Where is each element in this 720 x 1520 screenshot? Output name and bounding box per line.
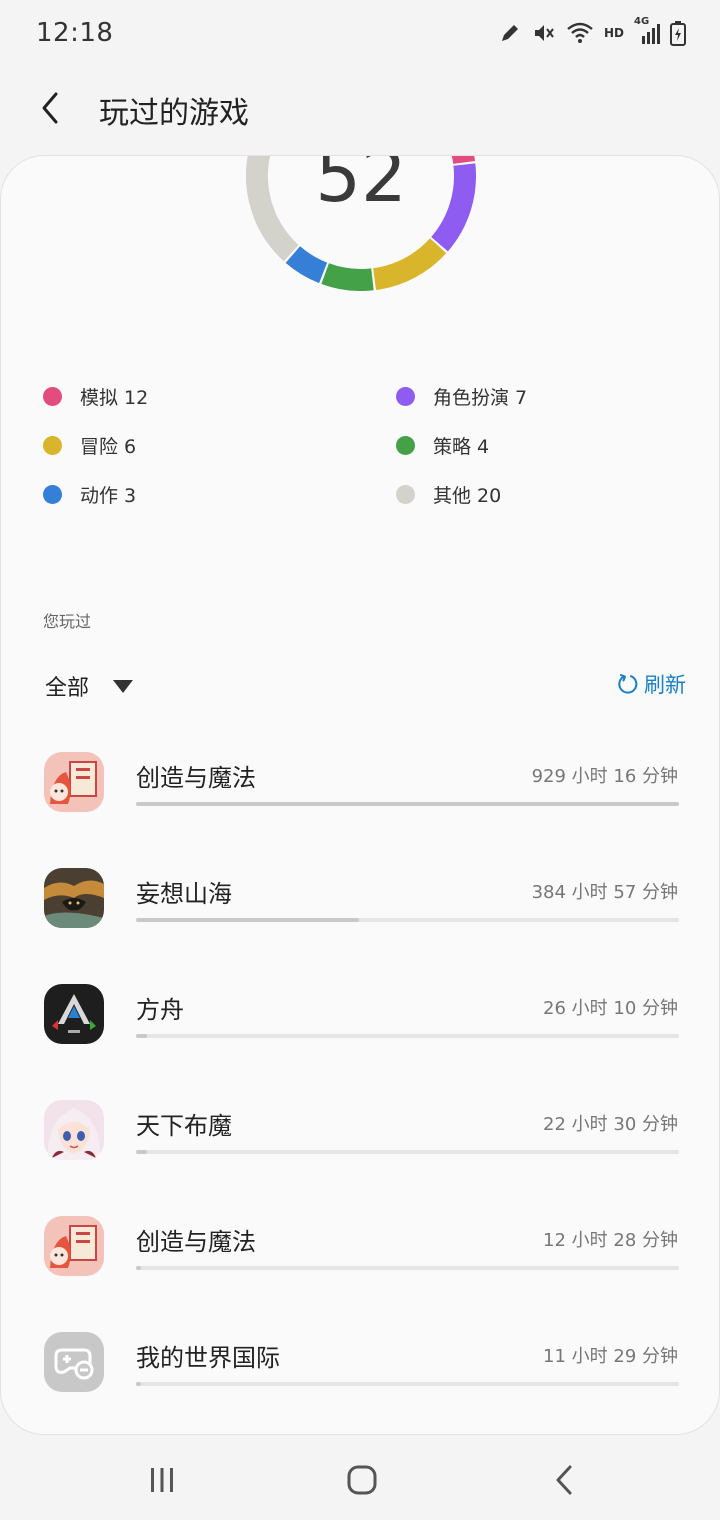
mountain-game-icon bbox=[44, 868, 104, 928]
total-games-count: 52 bbox=[315, 155, 407, 218]
page-title: 玩过的游戏 bbox=[99, 96, 249, 131]
nav-back-button[interactable] bbox=[540, 1460, 588, 1500]
legend-item-simulation: 模拟 12 bbox=[43, 381, 148, 411]
legend-item-action: 动作 3 bbox=[43, 479, 136, 509]
legend-dot bbox=[396, 435, 415, 455]
play-time: 26 小时 10 分钟 bbox=[543, 998, 678, 1019]
game-name: 天下布魔 bbox=[136, 1112, 232, 1140]
play-time-bar-fill bbox=[136, 918, 359, 922]
refresh-label: 刷新 bbox=[644, 673, 686, 697]
anime-girl-game-icon bbox=[44, 1100, 104, 1160]
play-time-bar-fill bbox=[136, 802, 679, 806]
fox-game-icon bbox=[44, 1216, 104, 1276]
filter-selected-label: 全部 bbox=[45, 676, 90, 701]
refresh-icon bbox=[618, 674, 638, 694]
game-name: 创造与魔法 bbox=[136, 764, 256, 792]
game-row[interactable]: 创造与魔法 12 小时 28 分钟 bbox=[1, 1180, 719, 1296]
play-time: 11 小时 29 分钟 bbox=[543, 1346, 678, 1367]
legend-item-other: 其他 20 bbox=[396, 479, 501, 509]
legend-dot bbox=[396, 386, 415, 406]
play-time: 12 小时 28 分钟 bbox=[543, 1230, 678, 1251]
play-time-bar-fill bbox=[136, 1266, 142, 1270]
home-icon bbox=[347, 1465, 377, 1495]
status-time: 12:18 bbox=[36, 18, 114, 48]
legend-item-strategy: 策略 4 bbox=[396, 430, 489, 460]
play-time-bar-fill bbox=[136, 1382, 142, 1386]
legend-dot bbox=[43, 484, 62, 504]
game-row[interactable]: 妄想山海 384 小时 57 分钟 bbox=[1, 832, 719, 948]
play-time-bar-fill bbox=[136, 1150, 147, 1154]
play-time-bar-fill bbox=[136, 1034, 147, 1038]
game-row[interactable]: 我的世界国际 11 小时 29 分钟 bbox=[1, 1296, 719, 1412]
play-time-bar bbox=[136, 1266, 679, 1270]
play-time-bar bbox=[136, 1034, 679, 1038]
play-time-bar bbox=[136, 1150, 679, 1154]
pen-icon bbox=[501, 25, 518, 41]
games-card: 52 模拟 12 角色扮演 7 冒险 6 策略 4 动作 3 其他 20 您玩过 bbox=[0, 155, 720, 1435]
legend-label: 模拟 12 bbox=[80, 386, 149, 409]
legend-label: 角色扮演 7 bbox=[433, 386, 528, 409]
recent-apps-icon bbox=[151, 1468, 173, 1492]
back-button[interactable] bbox=[30, 88, 70, 128]
play-time: 22 小时 30 分钟 bbox=[543, 1114, 678, 1135]
wifi-icon bbox=[567, 22, 593, 43]
play-time: 384 小时 57 分钟 bbox=[531, 882, 678, 903]
play-time: 929 小时 16 分钟 bbox=[531, 766, 678, 787]
game-row[interactable]: 天下布魔 22 小时 30 分钟 bbox=[1, 1064, 719, 1180]
signal-icon: 4G bbox=[634, 16, 660, 46]
game-name: 方舟 bbox=[136, 996, 184, 1024]
game-name: 妄想山海 bbox=[136, 880, 232, 908]
legend-label: 动作 3 bbox=[80, 484, 137, 507]
section-title: 您玩过 bbox=[43, 612, 92, 631]
chevron-left-icon bbox=[42, 92, 58, 124]
home-button[interactable] bbox=[338, 1460, 386, 1500]
recent-apps-button[interactable] bbox=[138, 1460, 186, 1500]
legend-label: 其他 20 bbox=[433, 484, 502, 507]
fox-game-icon bbox=[44, 752, 104, 812]
play-time-bar bbox=[136, 1382, 679, 1386]
game-name: 创造与魔法 bbox=[136, 1228, 256, 1256]
legend-label: 策略 4 bbox=[433, 435, 490, 458]
app-header: 玩过的游戏 bbox=[0, 68, 720, 148]
status-bar: 12:18 HD 4G bbox=[0, 0, 720, 68]
play-time-bar bbox=[136, 802, 679, 806]
game-row[interactable]: 方舟 26 小时 10 分钟 bbox=[1, 948, 719, 1064]
battery-icon bbox=[670, 21, 686, 46]
game-row[interactable]: 创造与魔法 929 小时 16 分钟 bbox=[1, 716, 719, 832]
back-icon bbox=[556, 1465, 572, 1495]
refresh-button[interactable]: 刷新 bbox=[616, 664, 686, 704]
filter-dropdown[interactable]: 全部 bbox=[45, 666, 134, 706]
hd-indicator: HD bbox=[603, 26, 624, 40]
system-nav-bar bbox=[0, 1440, 720, 1520]
legend-dot bbox=[396, 484, 415, 504]
legend-item-roleplay: 角色扮演 7 bbox=[396, 381, 527, 411]
category-donut-chart: 52 bbox=[246, 155, 476, 291]
legend-item-adventure: 冒险 6 bbox=[43, 430, 136, 460]
play-time-bar bbox=[136, 918, 679, 922]
legend-label: 冒险 6 bbox=[80, 435, 137, 458]
caret-down-icon bbox=[113, 679, 134, 693]
status-icons: HD 4G bbox=[498, 16, 686, 46]
mute-icon bbox=[534, 25, 554, 41]
game-name: 我的世界国际 bbox=[136, 1344, 280, 1372]
legend-dot bbox=[43, 435, 62, 455]
legend-dot bbox=[43, 386, 62, 406]
ark-game-icon bbox=[44, 984, 104, 1044]
gamepad-placeholder-icon bbox=[44, 1332, 104, 1392]
